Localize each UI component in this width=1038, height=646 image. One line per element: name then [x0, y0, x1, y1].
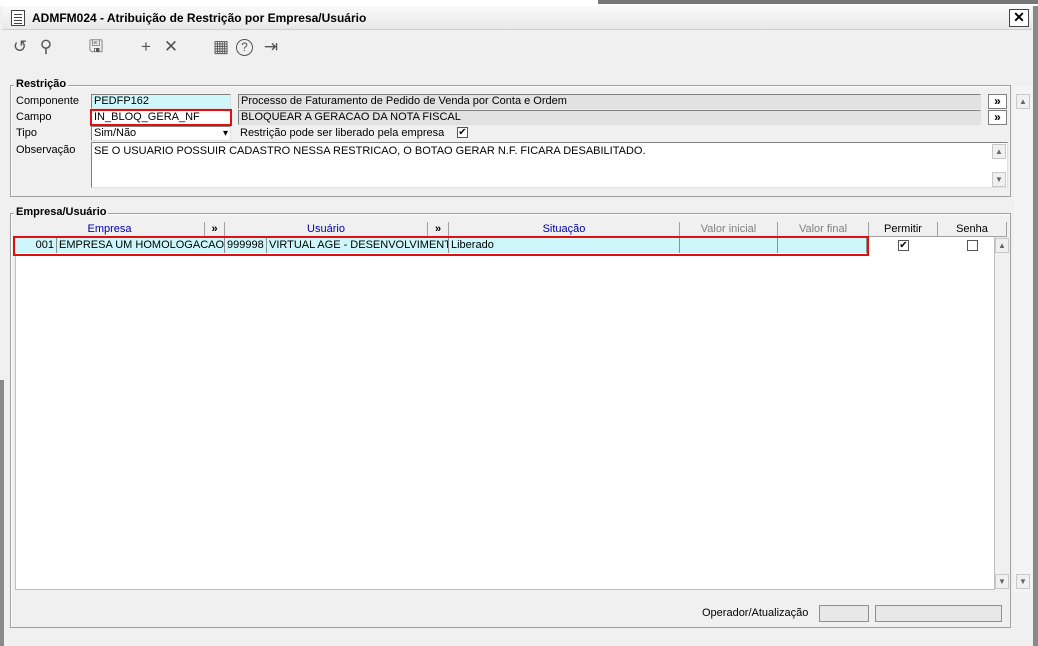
window-scrollbar[interactable]	[1014, 86, 1032, 593]
window-scroll-down[interactable]: ▼	[1016, 574, 1030, 589]
column-header-empresa[interactable]: Empresa	[15, 222, 205, 237]
left-edge	[0, 380, 4, 646]
cell-valor-final[interactable]	[778, 238, 867, 253]
campo-lookup-button[interactable]: »	[988, 110, 1007, 125]
column-header-valor-inicial[interactable]: Valor inicial	[680, 222, 778, 237]
empresa-usuario-group-label: Empresa/Usuário	[14, 206, 109, 218]
add-icon[interactable]: +	[136, 37, 156, 57]
componente-description: Processo de Faturamento de Pedido de Ven…	[238, 94, 981, 109]
operador-label: Operador/Atualização	[702, 607, 809, 619]
observacao-text: SE O USUARIO POSSUIR CADASTRO NESSA REST…	[94, 145, 646, 157]
cell-usuario-nome[interactable]: VIRTUAL AGE - DESENVOLVIMENTO	[267, 238, 449, 253]
column-header-senha[interactable]: Senha	[938, 222, 1007, 237]
restricao-group-label: Restrição	[14, 78, 69, 90]
campo-label: Campo	[16, 111, 52, 123]
column-header-situacao[interactable]: Situação	[449, 222, 680, 237]
chevron-down-icon: ▾	[222, 128, 228, 139]
window-scroll-up[interactable]: ▲	[1016, 94, 1030, 109]
column-header-usuario[interactable]: Usuário	[225, 222, 428, 237]
right-edge	[1033, 6, 1038, 646]
permitir-checkbox[interactable]: ✔	[898, 240, 909, 251]
usuario-expand-button[interactable]: »	[428, 222, 449, 237]
cell-valor-inicial[interactable]	[680, 238, 778, 253]
empresa-usuario-grid	[15, 222, 995, 590]
componente-field[interactable]: PEDFP162	[91, 94, 231, 109]
title-bar: ADMFM024 - Atribuição de Restrição por E…	[2, 6, 1032, 30]
componente-lookup-button[interactable]: »	[988, 94, 1007, 109]
refresh-icon[interactable]: ↺	[10, 37, 30, 57]
observacao-textarea[interactable]: SE O USUARIO POSSUIR CADASTRO NESSA REST…	[91, 142, 1008, 188]
background-strip	[598, 0, 1038, 4]
calendar-icon[interactable]: ▦	[211, 37, 231, 57]
atualizacao-field	[875, 605, 1002, 622]
window-title: ADMFM024 - Atribuição de Restrição por E…	[32, 11, 367, 25]
cell-usuario-codigo[interactable]: 999998	[225, 238, 267, 253]
liberado-label: Restrição pode ser liberado pela empresa	[240, 127, 445, 139]
tipo-select[interactable]: Sim/Não ▾	[91, 126, 231, 141]
grid-scroll-up[interactable]: ▲	[995, 238, 1009, 253]
search-icon[interactable]: ⚲	[36, 37, 56, 57]
liberado-checkbox[interactable]: ✔	[457, 127, 468, 138]
close-button[interactable]: ✕	[1009, 9, 1029, 27]
cell-empresa-codigo[interactable]: 001	[15, 238, 57, 253]
campo-field[interactable]: IN_BLOQ_GERA_NF	[90, 109, 232, 126]
empresa-expand-button[interactable]: »	[205, 222, 225, 237]
campo-description: BLOQUEAR A GERACAO DA NOTA FISCAL	[238, 110, 981, 125]
document-icon	[11, 10, 25, 26]
column-header-valor-final[interactable]: Valor final	[778, 222, 869, 237]
componente-label: Componente	[16, 95, 79, 107]
save-icon[interactable]: 🖫	[86, 37, 106, 57]
exit-icon[interactable]: ⇥	[261, 37, 281, 57]
senha-checkbox[interactable]	[967, 240, 978, 251]
tipo-label: Tipo	[16, 127, 37, 139]
observacao-scroll-down[interactable]: ▼	[992, 172, 1006, 187]
help-icon[interactable]: ?	[236, 39, 253, 56]
cell-empresa-nome[interactable]: EMPRESA UM HOMOLOGACAO	[57, 238, 225, 253]
column-header-permitir[interactable]: Permitir	[869, 222, 938, 237]
cell-situacao[interactable]: Liberado	[449, 238, 680, 253]
delete-icon[interactable]: ✕	[161, 37, 181, 57]
operador-field	[819, 605, 869, 622]
toolbar: ↺ ⚲ 🖫 + ✕ ▦ ? ⇥	[2, 31, 1032, 63]
grid-scroll-down[interactable]: ▼	[995, 574, 1009, 589]
observacao-scroll-up[interactable]: ▲	[992, 144, 1006, 159]
tipo-select-value: Sim/Não	[94, 127, 137, 139]
observacao-label: Observação	[16, 144, 76, 156]
